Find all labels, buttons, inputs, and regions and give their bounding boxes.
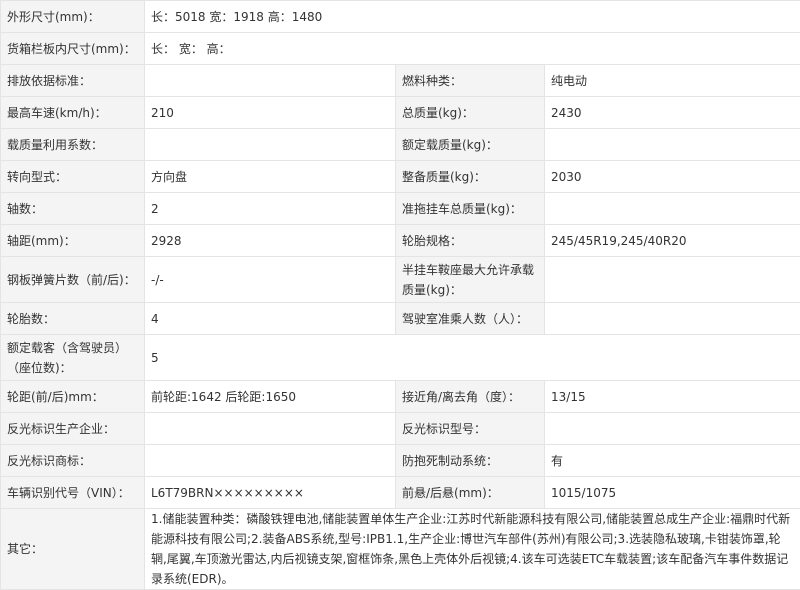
field-label: 防抱死制动系统： xyxy=(396,445,545,477)
table-row: 最高车速(km/h)： 210 总质量(kg)： 2430 xyxy=(1,97,800,129)
field-value: 2928 xyxy=(145,225,396,257)
field-label: 其它： xyxy=(1,509,145,590)
field-label: 额定载质量(kg)： xyxy=(396,129,545,161)
field-value: -/- xyxy=(145,257,396,303)
field-label: 轮胎规格： xyxy=(396,225,545,257)
field-value: 13/15 xyxy=(545,381,800,413)
field-value xyxy=(545,257,800,303)
field-value: 方向盘 xyxy=(145,161,396,193)
table-row: 外形尺寸(mm)： 长：5018 宽：1918 高：1480 xyxy=(1,1,800,33)
table-row: 轮胎数： 4 驾驶室准乘人数（人）： xyxy=(1,303,800,335)
field-label: 反光标识型号： xyxy=(396,413,545,445)
field-value xyxy=(145,65,396,97)
field-value: 2 xyxy=(145,193,396,225)
field-label: 轴距(mm)： xyxy=(1,225,145,257)
table-row: 轴数： 2 准拖挂车总质量(kg)： xyxy=(1,193,800,225)
field-value xyxy=(545,413,800,445)
table-row: 反光标识生产企业： 反光标识型号： xyxy=(1,413,800,445)
field-value: 2430 xyxy=(545,97,800,129)
field-label: 最高车速(km/h)： xyxy=(1,97,145,129)
field-label: 燃料种类： xyxy=(396,65,545,97)
table-row: 车辆识别代号（VIN）： L6T79BRN××××××××× 前悬/后悬(mm)… xyxy=(1,477,800,509)
field-label: 车辆识别代号（VIN）： xyxy=(1,477,145,509)
vehicle-spec-table: 外形尺寸(mm)： 长：5018 宽：1918 高：1480 货箱栏板内尺寸(m… xyxy=(0,0,800,590)
field-label: 轮胎数： xyxy=(1,303,145,335)
field-label: 半挂车鞍座最大允许承载质量(kg)： xyxy=(396,257,545,303)
field-label: 接近角/离去角（度）： xyxy=(396,381,545,413)
field-value: 长：5018 宽：1918 高：1480 xyxy=(145,1,800,33)
field-value: 245/45R19,245/40R20 xyxy=(545,225,800,257)
table-row: 钢板弹簧片数（前/后)： -/- 半挂车鞍座最大允许承载质量(kg)： xyxy=(1,257,800,303)
field-value xyxy=(145,413,396,445)
field-value: 1015/1075 xyxy=(545,477,800,509)
table-row: 排放依据标准： 燃料种类： 纯电动 xyxy=(1,65,800,97)
field-value: L6T79BRN××××××××× xyxy=(145,477,396,509)
field-value xyxy=(145,445,396,477)
field-label: 排放依据标准： xyxy=(1,65,145,97)
table-row: 其它： 1.储能装置种类：磷酸铁锂电池,储能装置单体生产企业:江苏时代新能源科技… xyxy=(1,509,800,590)
field-label: 钢板弹簧片数（前/后)： xyxy=(1,257,145,303)
field-value: 5 xyxy=(145,335,800,381)
field-label: 反光标识生产企业： xyxy=(1,413,145,445)
field-value: 4 xyxy=(145,303,396,335)
field-label: 货箱栏板内尺寸(mm)： xyxy=(1,33,145,65)
field-label: 轮距(前/后)mm： xyxy=(1,381,145,413)
field-label: 驾驶室准乘人数（人）： xyxy=(396,303,545,335)
field-value: 1.储能装置种类：磷酸铁锂电池,储能装置单体生产企业:江苏时代新能源科技有限公司… xyxy=(145,509,800,590)
field-value: 长： 宽： 高： xyxy=(145,33,800,65)
field-value: 有 xyxy=(545,445,800,477)
field-label: 轴数： xyxy=(1,193,145,225)
field-value xyxy=(545,303,800,335)
field-label: 额定载客（含驾驶员）（座位数)： xyxy=(1,335,145,381)
field-label: 准拖挂车总质量(kg)： xyxy=(396,193,545,225)
field-value xyxy=(545,193,800,225)
field-value xyxy=(145,129,396,161)
field-label: 反光标识商标： xyxy=(1,445,145,477)
field-value: 纯电动 xyxy=(545,65,800,97)
field-label: 外形尺寸(mm)： xyxy=(1,1,145,33)
table-row: 货箱栏板内尺寸(mm)： 长： 宽： 高： xyxy=(1,33,800,65)
table-row: 轴距(mm)： 2928 轮胎规格： 245/45R19,245/40R20 xyxy=(1,225,800,257)
field-value: 2030 xyxy=(545,161,800,193)
table-row: 反光标识商标： 防抱死制动系统： 有 xyxy=(1,445,800,477)
field-label: 前悬/后悬(mm)： xyxy=(396,477,545,509)
field-value xyxy=(545,129,800,161)
field-value: 210 xyxy=(145,97,396,129)
field-label: 转向型式： xyxy=(1,161,145,193)
field-value: 前轮距:1642 后轮距:1650 xyxy=(145,381,396,413)
table-row: 额定载客（含驾驶员）（座位数)： 5 xyxy=(1,335,800,381)
table-row: 轮距(前/后)mm： 前轮距:1642 后轮距:1650 接近角/离去角（度）：… xyxy=(1,381,800,413)
field-label: 整备质量(kg)： xyxy=(396,161,545,193)
table-row: 载质量利用系数： 额定载质量(kg)： xyxy=(1,129,800,161)
table-row: 转向型式： 方向盘 整备质量(kg)： 2030 xyxy=(1,161,800,193)
field-label: 载质量利用系数： xyxy=(1,129,145,161)
field-label: 总质量(kg)： xyxy=(396,97,545,129)
